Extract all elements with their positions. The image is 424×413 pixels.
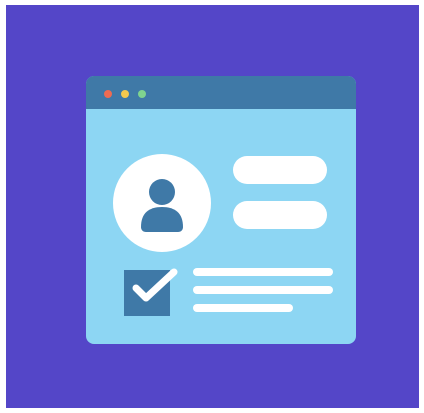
person-icon <box>141 179 183 232</box>
window-title-bar <box>86 76 356 109</box>
user-avatar-icon <box>113 154 211 252</box>
maximize-dot-icon <box>138 90 146 98</box>
text-placeholder-line <box>193 286 333 294</box>
minimize-dot-icon <box>121 90 129 98</box>
person-body <box>141 207 183 232</box>
checked-checkbox-icon <box>124 266 180 322</box>
close-dot-icon <box>104 90 112 98</box>
illustration-background <box>6 5 419 408</box>
text-placeholder-line <box>193 268 333 276</box>
text-placeholder-line <box>193 304 293 312</box>
checkbox-graphic <box>124 268 178 316</box>
name-placeholder-bar <box>233 156 327 184</box>
person-head <box>149 179 175 205</box>
detail-placeholder-bar <box>233 201 327 229</box>
browser-window-icon <box>86 76 356 344</box>
